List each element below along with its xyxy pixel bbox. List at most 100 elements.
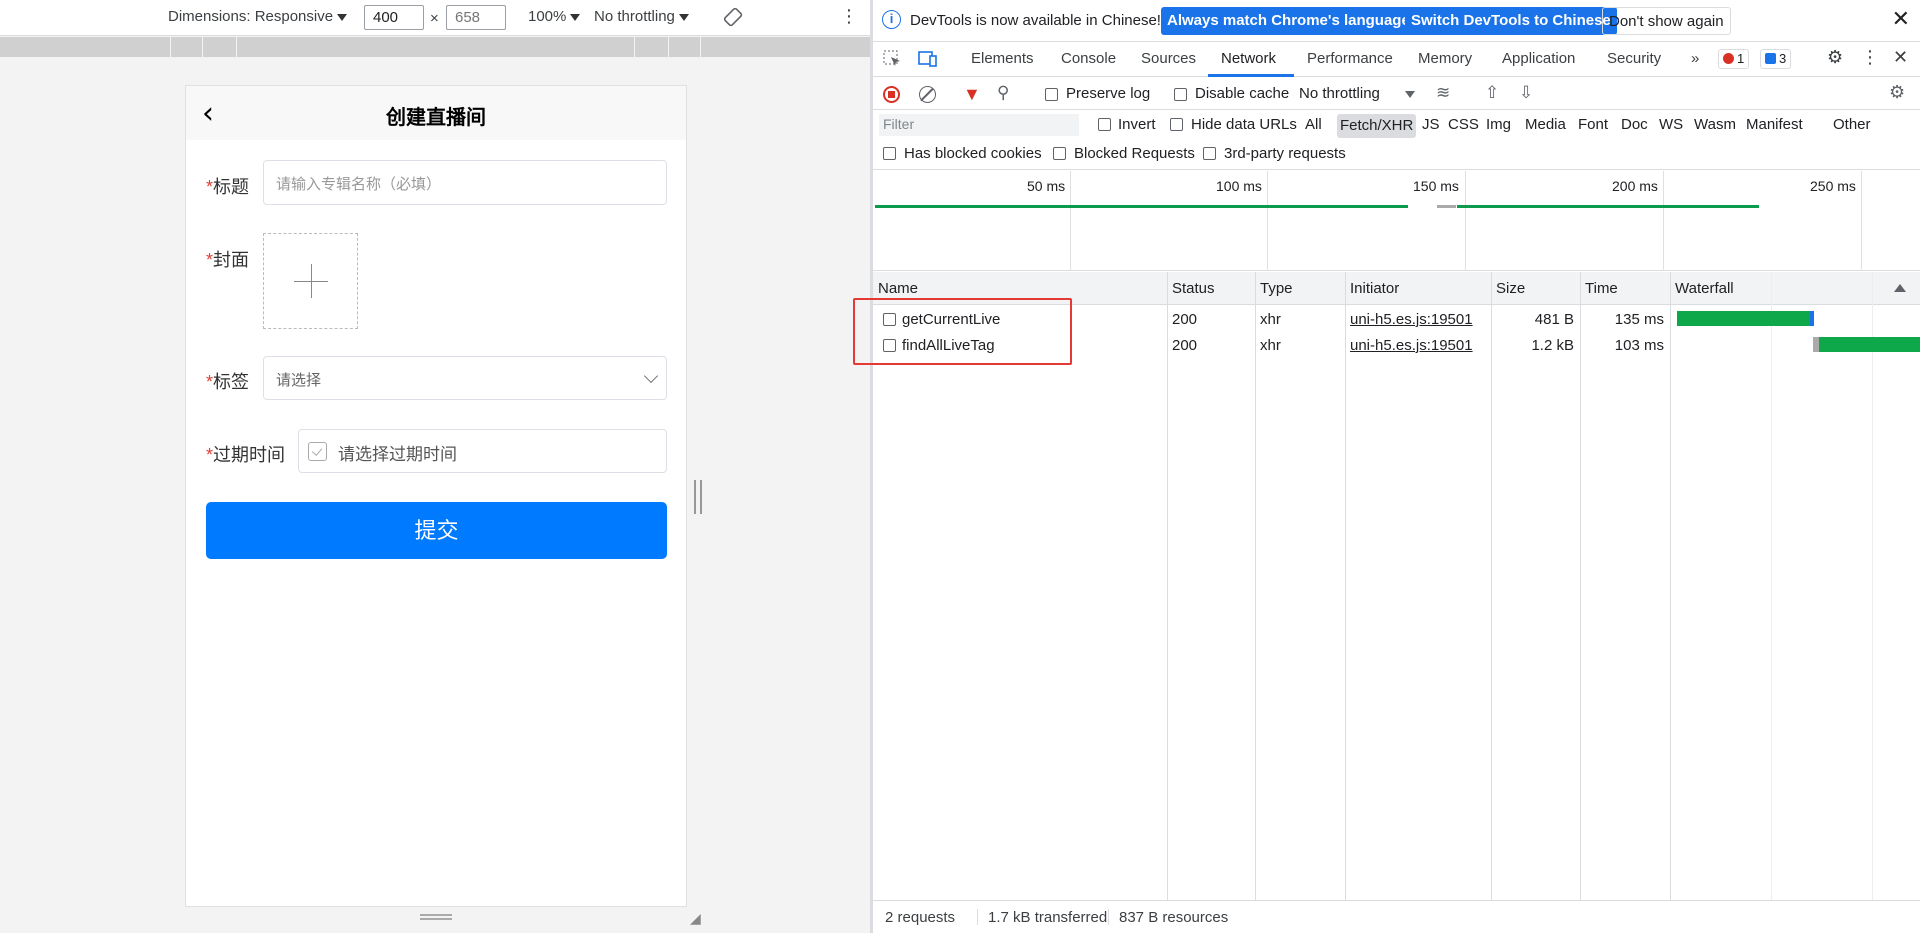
record-stop-icon[interactable] — [883, 86, 900, 103]
preserve-log-label: Preserve log — [1066, 85, 1151, 102]
filter-input[interactable]: Filter — [879, 114, 1079, 136]
times-sign: × — [430, 10, 439, 27]
title-field-label: *标题 — [206, 177, 250, 197]
calendar-icon — [308, 442, 327, 461]
col-waterfall[interactable]: Waterfall — [1675, 280, 1734, 297]
request-size: 1.2 kB — [1531, 337, 1574, 354]
submit-button[interactable]: 提交 — [206, 502, 667, 559]
filter-type-all[interactable]: All — [1305, 116, 1322, 133]
title-input[interactable]: 请输入专辑名称（必填） — [263, 160, 667, 205]
zoom-dropdown[interactable]: 100% — [528, 8, 581, 25]
clear-icon[interactable] — [919, 86, 936, 103]
filter-type-font[interactable]: Font — [1578, 116, 1608, 133]
errors-badge[interactable]: 1 — [1718, 49, 1750, 69]
filter-bar: Filter Invert Hide data URLs All Fetch/X… — [873, 110, 1920, 170]
overview-tick-50: 50 ms — [1027, 178, 1066, 194]
resize-handle-side[interactable] — [694, 480, 702, 514]
dropdown-arrow-icon — [570, 13, 581, 21]
filter-type-ws[interactable]: WS — [1659, 116, 1683, 133]
col-initiator[interactable]: Initiator — [1350, 280, 1399, 297]
tab-network[interactable]: Network — [1221, 50, 1276, 67]
resources-size: 837 B resources — [1119, 909, 1229, 926]
close-devtools-icon[interactable]: ✕ — [1893, 47, 1908, 68]
tab-sources[interactable]: Sources — [1141, 50, 1196, 67]
export-har-icon[interactable]: ⇩ — [1519, 83, 1533, 103]
search-icon[interactable]: ⚲ — [997, 83, 1009, 103]
width-input[interactable] — [364, 5, 424, 30]
expire-field-label: *过期时间 — [206, 445, 286, 465]
dimensions-dropdown[interactable]: Dimensions: Responsive — [168, 8, 348, 25]
tab-elements[interactable]: Elements — [971, 50, 1034, 67]
hide-data-urls-checkbox[interactable] — [1170, 118, 1183, 131]
cover-upload[interactable] — [263, 233, 358, 329]
device-toolbar-icon[interactable] — [918, 50, 938, 68]
filter-type-media[interactable]: Media — [1525, 116, 1566, 133]
dont-show-again-button[interactable]: Don't show again — [1602, 7, 1731, 35]
switch-language-button[interactable]: Switch DevTools to Chinese — [1405, 7, 1617, 35]
third-party-checkbox[interactable] — [1203, 147, 1216, 160]
rotate-icon[interactable] — [722, 6, 744, 32]
blocked-cookies-checkbox[interactable] — [883, 147, 896, 160]
invert-label: Invert — [1118, 116, 1156, 133]
expire-date-picker[interactable]: 请选择过期时间 — [298, 429, 667, 473]
filter-type-img[interactable]: Img — [1486, 116, 1511, 133]
inspect-element-icon[interactable] — [883, 50, 903, 68]
col-type[interactable]: Type — [1260, 280, 1293, 297]
filter-icon[interactable]: ▼ — [963, 84, 981, 105]
blocked-requests-checkbox[interactable] — [1053, 147, 1066, 160]
request-initiator-link[interactable]: uni-h5.es.js:19501 — [1350, 337, 1473, 354]
tab-application[interactable]: Application — [1502, 50, 1575, 67]
col-name[interactable]: Name — [878, 280, 918, 297]
waterfall-bar — [1819, 337, 1920, 352]
match-language-button[interactable]: Always match Chrome's language — [1161, 7, 1416, 35]
sort-ascending-icon[interactable] — [1894, 284, 1906, 292]
filter-type-manifest[interactable]: Manifest — [1746, 116, 1803, 133]
request-initiator-link[interactable]: uni-h5.es.js:19501 — [1350, 311, 1473, 328]
cover-field-label: *封面 — [206, 250, 250, 270]
filter-type-css[interactable]: CSS — [1448, 116, 1479, 133]
request-status: 200 — [1172, 311, 1198, 328]
network-settings-icon[interactable]: ⚙ — [1889, 82, 1905, 103]
overview-tick-100: 100 ms — [1216, 178, 1262, 194]
status-bar: 2 requests 1.7 kB transferred 837 B reso… — [873, 900, 1920, 933]
network-toolbar: ▼ ⚲ Preserve log Disable cache No thrott… — [873, 78, 1920, 110]
throttling-dropdown[interactable]: No throttling — [594, 8, 689, 25]
disable-cache-checkbox[interactable] — [1174, 88, 1187, 101]
page-title: 创建直播间 — [386, 107, 486, 129]
request-count: 2 requests — [885, 909, 956, 926]
close-icon[interactable]: ✕ — [1892, 6, 1910, 32]
import-har-icon[interactable]: ⇧ — [1485, 83, 1499, 103]
tab-memory[interactable]: Memory — [1418, 50, 1472, 67]
blocked-requests-label: Blocked Requests — [1074, 145, 1195, 162]
messages-badge[interactable]: 3 — [1760, 49, 1792, 69]
invert-checkbox[interactable] — [1098, 118, 1111, 131]
device-emulation-pane: Dimensions: Responsive × 100% No throttl… — [0, 0, 870, 933]
col-time[interactable]: Time — [1585, 280, 1618, 297]
network-throttling-dropdown[interactable]: No throttling — [1299, 85, 1380, 102]
resize-handle-bottom[interactable] — [420, 914, 452, 920]
tag-select[interactable]: 请选择 — [263, 356, 667, 400]
filter-type-other[interactable]: Other — [1833, 116, 1871, 133]
more-tabs-icon[interactable]: » — [1691, 50, 1699, 67]
col-size[interactable]: Size — [1496, 280, 1525, 297]
resize-handle-corner[interactable]: ◢ — [690, 910, 701, 927]
col-status[interactable]: Status — [1172, 280, 1215, 297]
network-conditions-icon[interactable]: ≋ — [1436, 83, 1450, 103]
filter-type-fetch-xhr[interactable]: Fetch/XHR — [1337, 114, 1417, 138]
filter-type-wasm[interactable]: Wasm — [1694, 116, 1736, 133]
zoom-label: 100% — [528, 8, 567, 25]
height-input[interactable] — [446, 5, 506, 30]
filter-type-doc[interactable]: Doc — [1621, 116, 1648, 133]
filter-type-js[interactable]: JS — [1422, 116, 1440, 133]
settings-icon[interactable]: ⚙ — [1827, 47, 1843, 68]
tab-security[interactable]: Security — [1607, 50, 1661, 67]
tab-console[interactable]: Console — [1061, 50, 1116, 67]
more-options-icon[interactable]: ⋮ — [840, 6, 858, 27]
more-options-icon[interactable]: ⋮ — [1861, 47, 1879, 68]
preserve-log-checkbox[interactable] — [1045, 88, 1058, 101]
request-time: 135 ms — [1614, 311, 1664, 328]
devtools-tabbar: Elements Console Sources Network Perform… — [873, 42, 1920, 77]
waterfall-download-segment — [1810, 311, 1814, 326]
chevron-down-icon — [643, 368, 659, 384]
tab-performance[interactable]: Performance — [1307, 50, 1393, 67]
